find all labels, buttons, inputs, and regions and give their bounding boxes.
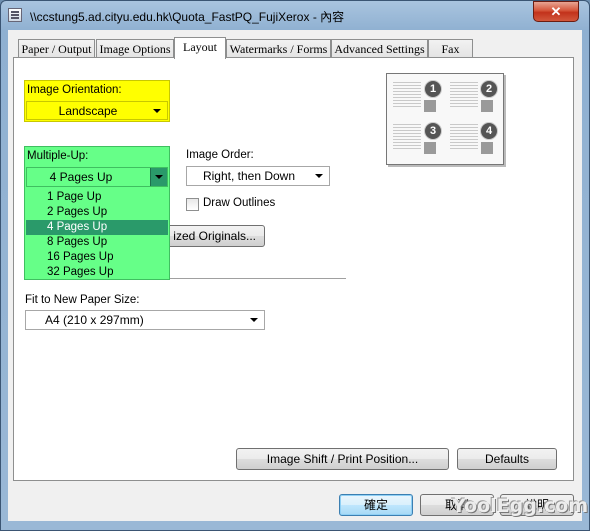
- multiple-up-label: Multiple-Up:: [27, 150, 89, 162]
- preview-page-image: [424, 142, 436, 154]
- multiple-up-option-selected[interactable]: 4 Pages Up: [26, 220, 168, 235]
- image-order-select[interactable]: Right, then Down: [186, 166, 330, 186]
- orientation-highlight: Image Orientation: Landscape: [24, 80, 170, 122]
- chevron-down-icon: [315, 174, 323, 178]
- preview-number-1: 1: [424, 80, 442, 98]
- image-shift-button[interactable]: Image Shift / Print Position...: [236, 448, 449, 470]
- image-order-value: Right, then Down: [202, 169, 296, 183]
- preview-page-text: [450, 82, 478, 108]
- window-title: \\ccstung5.ad.cityu.edu.hk\Quota_FastPQ_…: [30, 10, 345, 24]
- draw-outlines-label: Draw Outlines: [203, 197, 276, 209]
- orientation-select[interactable]: Landscape: [26, 101, 168, 120]
- multiple-up-option[interactable]: 1 Page Up: [26, 190, 168, 205]
- chevron-down-icon: [250, 318, 258, 322]
- preview-number-4: 4: [480, 122, 498, 140]
- multiple-up-option[interactable]: 2 Pages Up: [26, 205, 168, 220]
- tab-fax[interactable]: Fax: [428, 39, 473, 58]
- fit-paper-size-value: A4 (210 x 297mm): [45, 313, 144, 327]
- preview-page-text: [393, 124, 421, 150]
- preview-page-image: [481, 142, 493, 154]
- multiple-up-option[interactable]: 16 Pages Up: [26, 250, 168, 265]
- multiple-up-option[interactable]: 8 Pages Up: [26, 235, 168, 250]
- orientation-label: Image Orientation:: [27, 84, 122, 96]
- tab-advanced-settings[interactable]: Advanced Settings: [331, 39, 428, 58]
- preview-page-image: [424, 100, 436, 112]
- image-order-label: Image Order:: [186, 149, 254, 161]
- orientation-value: Landscape: [58, 104, 118, 118]
- tab-layout[interactable]: Layout: [174, 37, 226, 59]
- preview-number-3: 3: [424, 122, 442, 140]
- title-bar: \\ccstung5.ad.cityu.edu.hk\Quota_FastPQ_…: [0, 0, 590, 30]
- printer-properties-icon: [8, 8, 22, 22]
- chevron-down-icon: [155, 175, 163, 179]
- fit-paper-size-label: Fit to New Paper Size:: [25, 294, 140, 306]
- preview-page-text: [393, 82, 421, 108]
- tab-watermarks-forms[interactable]: Watermarks / Forms: [226, 39, 331, 58]
- multiple-up-select[interactable]: 4 Pages Up: [26, 167, 168, 187]
- multiple-up-option[interactable]: 32 Pages Up: [26, 265, 168, 280]
- defaults-button[interactable]: Defaults: [457, 448, 557, 470]
- preview-number-2: 2: [480, 80, 498, 98]
- chevron-down-icon: [153, 109, 161, 113]
- tab-paper-output[interactable]: Paper / Output: [18, 39, 95, 58]
- tab-image-options[interactable]: Image Options: [96, 39, 174, 58]
- multiple-up-value: 4 Pages Up: [49, 170, 113, 184]
- ok-button[interactable]: 確定: [339, 494, 413, 516]
- multiple-up-highlight: Multiple-Up: 4 Pages Up 1 Page Up 2 Page…: [24, 146, 170, 280]
- preview-page-text: [450, 124, 478, 150]
- draw-outlines-checkbox[interactable]: [186, 198, 199, 211]
- watermark-text: YoolEgg.com: [452, 495, 589, 517]
- layout-preview: 1 2 3 4: [386, 73, 504, 165]
- preview-page-image: [481, 100, 493, 112]
- close-button[interactable]: ✕: [533, 1, 579, 22]
- fit-paper-size-select[interactable]: A4 (210 x 297mm): [25, 310, 265, 330]
